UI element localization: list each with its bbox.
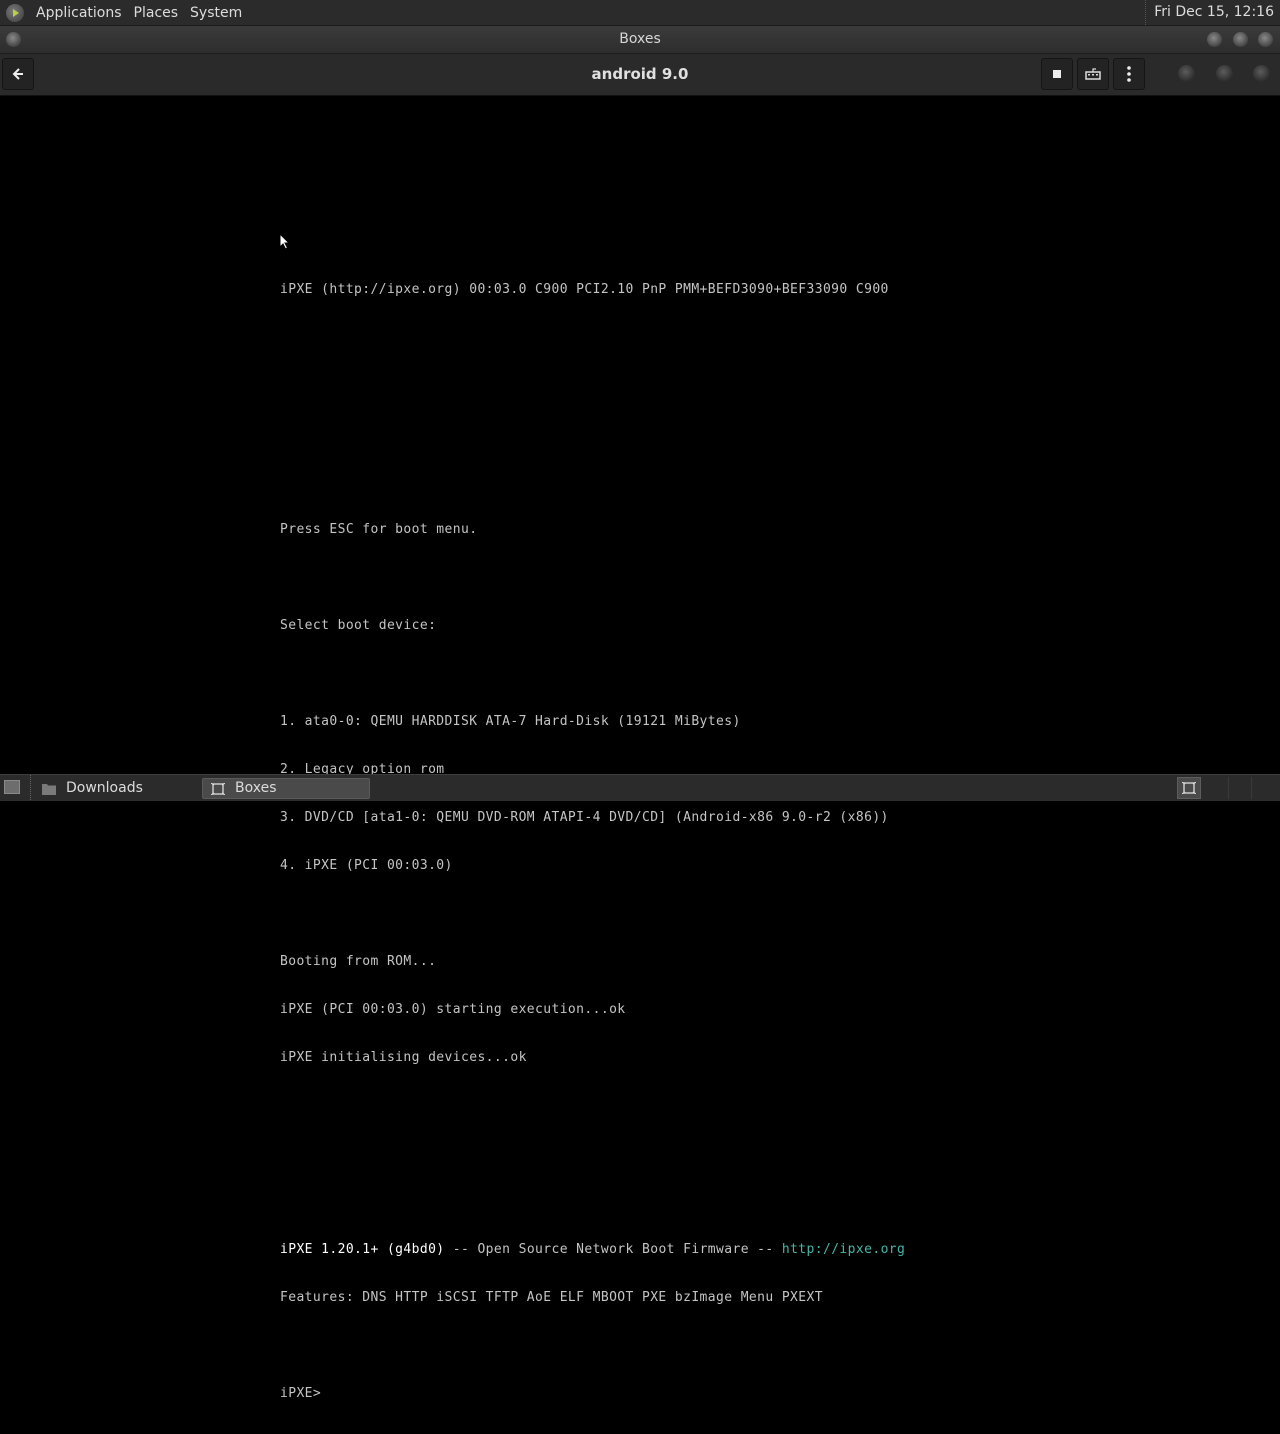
console-line: iPXE (http://ipxe.org) 00:03.0 C900 PCI2… [280,282,889,297]
taskbar-item-downloads[interactable]: Downloads [34,778,199,799]
ipxe-banner-text: -- Open Source Network Boot Firmware -- [444,1242,782,1257]
workspace-switcher[interactable] [1177,777,1201,799]
bottom-taskbar: Downloads Boxes [0,774,1280,801]
menu-logo-icon[interactable] [6,3,24,22]
console-line: Select boot device: [280,618,437,633]
window-menu-icon[interactable] [6,32,21,47]
console-line: Features: DNS HTTP iSCSI TFTP AoE ELF MB… [280,1290,823,1305]
menu-places[interactable]: Places [128,5,185,21]
console-line: Press ESC for boot menu. [280,522,478,537]
csd-close-icon[interactable] [1253,65,1270,82]
ipxe-version: iPXE 1.20.1+ (g4bd0) [280,1242,445,1257]
console-line: iPXE (PCI 00:03.0) starting execution...… [280,1002,626,1017]
top-panel: Applications Places System Fri Dec 15, 1… [0,0,1280,26]
keyboard-icon [1085,68,1101,80]
header-bar: android 9.0 [0,54,1280,96]
ipxe-url-link[interactable]: http://ipxe.org [782,1242,905,1257]
csd-minimize-icon[interactable] [1178,65,1195,82]
maximize-icon[interactable] [1233,32,1248,47]
vm-display[interactable]: iPXE (http://ipxe.org) 00:03.0 C900 PCI2… [0,96,1280,1401]
console-line: iPXE initialising devices...ok [280,1050,527,1065]
close-icon[interactable] [1258,32,1273,47]
workspace-2[interactable] [1228,777,1252,799]
taskbar-item-label: Downloads [66,780,143,796]
boot-console: iPXE (http://ipxe.org) 00:03.0 C900 PCI2… [280,250,905,1434]
folder-icon [42,783,56,795]
console-line: Booting from ROM... [280,954,437,969]
stop-icon [1053,70,1061,78]
boxes-app-icon [211,782,225,795]
ipxe-prompt[interactable]: iPXE> [280,1386,905,1402]
more-options-button[interactable] [1113,58,1145,90]
taskbar-item-boxes[interactable]: Boxes [202,778,370,799]
show-desktop-icon[interactable] [4,780,20,794]
keyboard-button[interactable] [1077,58,1109,90]
console-line: 4. iPXE (PCI 00:03.0) [280,858,453,873]
console-line: 3. DVD/CD [ata1-0: QEMU DVD-ROM ATAPI-4 … [280,810,889,825]
window-title: Boxes [619,31,661,47]
kebab-menu-icon [1127,66,1131,82]
boxes-workspace-icon [1182,782,1196,794]
clock[interactable]: Fri Dec 15, 12:16 [1145,0,1280,25]
menu-applications[interactable]: Applications [30,5,128,21]
console-line: 1. ata0-0: QEMU HARDDISK ATA-7 Hard-Disk… [280,714,741,729]
ipxe-banner-line: iPXE 1.20.1+ (g4bd0) -- Open Source Netw… [280,1242,905,1258]
mouse-pointer-icon [279,233,291,250]
minimize-icon[interactable] [1207,32,1222,47]
taskbar-separator [30,775,31,800]
stop-button[interactable] [1041,58,1073,90]
taskbar-item-label: Boxes [235,780,277,796]
window-titlebar[interactable]: Boxes [0,26,1280,54]
csd-maximize-icon[interactable] [1216,65,1233,82]
menu-system[interactable]: System [184,5,248,21]
